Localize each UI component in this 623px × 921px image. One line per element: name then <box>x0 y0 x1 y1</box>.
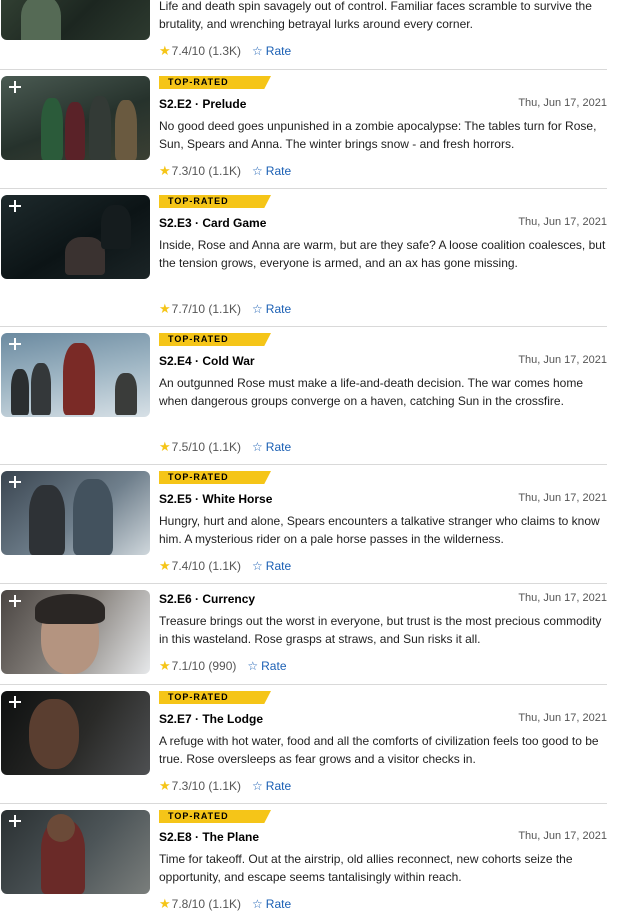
rate-button[interactable]: ☆ Rate <box>252 44 291 58</box>
episode-title[interactable]: S2.E5 · White Horse <box>159 492 272 506</box>
episode-date: Thu, Jun 17, 2021 <box>518 216 607 228</box>
episode-rating: ★ 7.4/10 (1.1K) ☆ Rate <box>159 558 291 574</box>
rate-button[interactable]: ☆ Rate <box>252 559 291 573</box>
episode-date: Thu, Jun 17, 2021 <box>518 712 607 724</box>
episode-date: Thu, Jun 17, 2021 <box>518 97 607 109</box>
rate-label: Rate <box>265 779 292 793</box>
rating-value: 7.1/10 (990) <box>171 659 237 673</box>
episode-rating: ★ 7.7/10 (1.1K) ☆ Rate <box>159 301 291 317</box>
episode-date: Thu, Jun 17, 2021 <box>518 354 607 366</box>
episode-thumbnail[interactable] <box>1 76 150 160</box>
plus-icon[interactable] <box>9 696 21 708</box>
episode-title[interactable]: S2.E8 · The Plane <box>159 830 259 844</box>
star-outline-icon: ☆ <box>252 302 263 316</box>
rating-value: 7.4/10 (1.1K) <box>171 559 242 573</box>
episode-thumbnail[interactable] <box>1 590 150 674</box>
top-rated-badge: TOP-RATED <box>159 195 271 208</box>
rate-button[interactable]: ☆ Rate <box>252 164 291 178</box>
top-rated-badge: TOP-RATED <box>159 76 271 89</box>
episode-rating: ★ 7.5/10 (1.1K) ☆ Rate <box>159 439 291 455</box>
episode-rating: ★ 7.4/10 (1.3K) ☆ Rate <box>159 43 291 59</box>
rating-value: 7.3/10 (1.1K) <box>171 779 242 793</box>
episode-rating: ★ 7.3/10 (1.1K) ☆ Rate <box>159 163 291 179</box>
rate-label: Rate <box>265 164 292 178</box>
star-icon: ★ <box>159 163 171 178</box>
rate-button[interactable]: ☆ Rate <box>252 897 291 911</box>
star-icon: ★ <box>159 558 171 573</box>
rate-label: Rate <box>265 559 292 573</box>
episode-thumbnail[interactable] <box>1 333 150 417</box>
episode-rating: ★ 7.1/10 (990) ☆ Rate <box>159 658 287 674</box>
episode-title[interactable]: S2.E7 · The Lodge <box>159 712 263 726</box>
plus-icon[interactable] <box>9 815 21 827</box>
rate-label: Rate <box>265 44 292 58</box>
episode-plot: An outgunned Rose must make a life-and-d… <box>159 376 584 408</box>
rate-label: Rate <box>265 897 292 911</box>
rate-label: Rate <box>265 302 292 316</box>
episode-plot: Inside, Rose and Anna are warm, but are … <box>159 238 606 270</box>
rate-label: Rate <box>265 440 292 454</box>
top-rated-badge: TOP-RATED <box>159 333 271 346</box>
rate-label: Rate <box>261 659 287 673</box>
episode-item-partial: Life and death spin savagely out of cont… <box>0 0 607 68</box>
episode-plot: Treasure brings out the worst in everyon… <box>159 614 602 646</box>
episode-date: Thu, Jun 17, 2021 <box>518 830 607 842</box>
episode-item: TOP-RATED S2.E5 · White Horse Thu, Jun 1… <box>0 464 607 583</box>
episode-title[interactable]: S2.E6 · Currency <box>159 592 255 606</box>
rate-button[interactable]: ☆ Rate <box>252 440 291 454</box>
episode-item: TOP-RATED S2.E8 · The Plane Thu, Jun 17,… <box>0 803 607 921</box>
episode-rating: ★ 7.8/10 (1.1K) ☆ Rate <box>159 896 291 912</box>
plus-icon[interactable] <box>9 476 21 488</box>
episode-item: TOP-RATED S2.E7 · The Lodge Thu, Jun 17,… <box>0 684 607 803</box>
rating-value: 7.4/10 (1.3K) <box>171 44 242 58</box>
star-outline-icon: ☆ <box>252 164 263 178</box>
episode-title[interactable]: S2.E2 · Prelude <box>159 97 246 111</box>
episode-plot: Life and death spin savagely out of cont… <box>159 0 592 31</box>
star-icon: ★ <box>159 439 171 454</box>
rate-button[interactable]: ☆ Rate <box>247 659 286 673</box>
rating-value: 7.3/10 (1.1K) <box>171 164 242 178</box>
episode-date: Thu, Jun 17, 2021 <box>518 592 607 604</box>
star-icon: ★ <box>159 43 171 58</box>
episode-thumbnail[interactable] <box>1 691 150 775</box>
episode-plot: A refuge with hot water, food and all th… <box>159 734 599 766</box>
top-rated-badge: TOP-RATED <box>159 810 271 823</box>
rate-button[interactable]: ☆ Rate <box>252 302 291 316</box>
top-rated-badge: TOP-RATED <box>159 691 271 704</box>
episode-thumbnail[interactable] <box>1 195 150 279</box>
rating-value: 7.8/10 (1.1K) <box>171 897 242 911</box>
plus-icon[interactable] <box>9 200 21 212</box>
plus-icon[interactable] <box>9 595 21 607</box>
star-icon: ★ <box>159 896 171 911</box>
rating-value: 7.5/10 (1.1K) <box>171 440 242 454</box>
rating-value: 7.7/10 (1.1K) <box>171 302 242 316</box>
episode-item: S2.E6 · Currency Thu, Jun 17, 2021 Treas… <box>0 583 607 684</box>
star-outline-icon: ☆ <box>252 44 263 58</box>
star-outline-icon: ☆ <box>252 779 263 793</box>
star-outline-icon: ☆ <box>247 659 259 673</box>
star-outline-icon: ☆ <box>252 897 263 911</box>
plus-icon[interactable] <box>9 81 21 93</box>
episode-thumbnail[interactable] <box>1 810 150 894</box>
plus-icon[interactable] <box>9 338 21 350</box>
episode-item: TOP-RATED S2.E3 · Card Game Thu, Jun 17,… <box>0 188 607 326</box>
star-outline-icon: ☆ <box>252 559 263 573</box>
episode-title[interactable]: S2.E4 · Cold War <box>159 354 255 368</box>
episode-thumbnail[interactable] <box>1 471 150 555</box>
episode-plot: Hungry, hurt and alone, Spears encounter… <box>159 514 600 546</box>
episode-thumbnail[interactable] <box>1 0 150 40</box>
star-icon: ★ <box>159 301 171 316</box>
top-rated-badge: TOP-RATED <box>159 471 271 484</box>
episode-plot: No good deed goes unpunished in a zombie… <box>159 119 597 151</box>
rate-button[interactable]: ☆ Rate <box>252 779 291 793</box>
episode-plot: Time for takeoff. Out at the airstrip, o… <box>159 852 573 884</box>
star-icon: ★ <box>159 778 171 793</box>
episode-title[interactable]: S2.E3 · Card Game <box>159 216 266 230</box>
episode-item: TOP-RATED S2.E4 · Cold War Thu, Jun 17, … <box>0 326 607 464</box>
episode-date: Thu, Jun 17, 2021 <box>518 492 607 504</box>
episode-item: TOP-RATED S2.E2 · Prelude Thu, Jun 17, 2… <box>0 69 607 188</box>
star-outline-icon: ☆ <box>252 440 263 454</box>
star-icon: ★ <box>159 658 171 673</box>
episode-rating: ★ 7.3/10 (1.1K) ☆ Rate <box>159 778 291 794</box>
